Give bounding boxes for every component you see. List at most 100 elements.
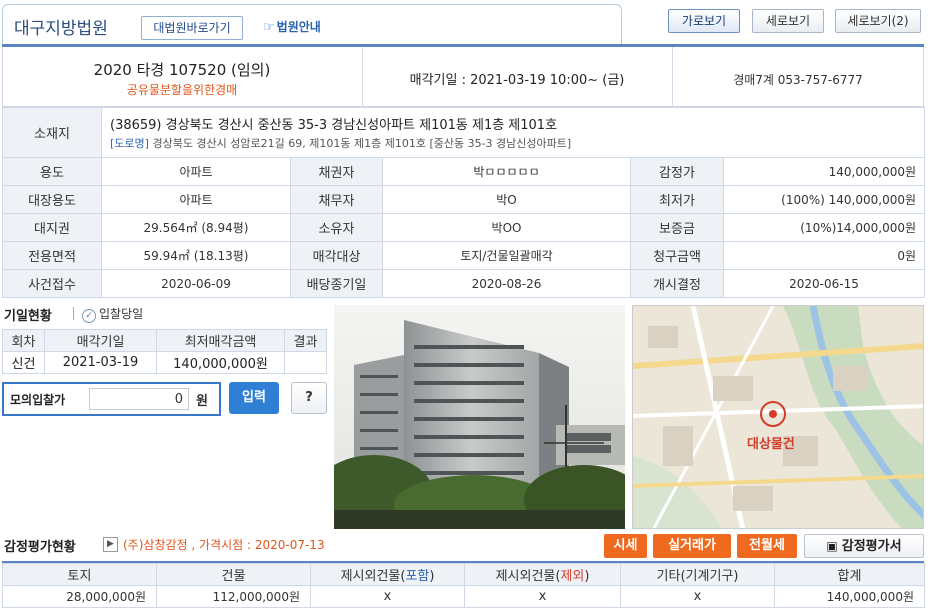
table-header-row: 토지 건물 제시외건물(포함) 제시외건물(제외) 기타(기계기구) 합계	[2, 563, 925, 586]
check-circle-icon: ✓	[82, 309, 96, 323]
owner-label: 소유자	[290, 213, 383, 242]
commencement-label: 개시결정	[630, 269, 724, 298]
building-header: 건물	[156, 563, 311, 586]
help-button[interactable]: ?	[291, 382, 327, 414]
camera-icon: ▣	[826, 539, 838, 553]
case-type: 공유물분할을위한경매	[126, 83, 238, 97]
extra-building-excluded-value: x	[464, 585, 621, 608]
minimum-price-label: 최저가	[630, 185, 724, 214]
address-text: (38659) 경상북도 경산시 중산동 35-3 경남신성아파트 제101동 …	[110, 118, 558, 133]
table-row: 용도 아파트 채권자 박ㅁㅁㅁㅁㅁ 감정가 140,000,000원	[2, 157, 926, 186]
market-price-button[interactable]: 시세	[604, 534, 647, 558]
rent-button[interactable]: 전월세	[737, 534, 797, 558]
commencement-value: 2020-06-15	[722, 269, 926, 298]
min-price-cell: 140,000,000원	[156, 351, 285, 374]
appraisal-title: 감정평가현황	[4, 540, 76, 555]
result-cell	[284, 351, 327, 374]
building-value: 112,000,000원	[156, 585, 311, 608]
sale-date-header: 매각기일	[44, 329, 157, 352]
case-received-label: 사건접수	[2, 269, 102, 298]
road-address-text: 경상북도 경산시 성암로21길 69, 제101동 제1층 제101호 [중산동…	[152, 137, 572, 150]
usage-label: 용도	[2, 157, 102, 186]
deposit-label: 보증금	[630, 213, 724, 242]
extra-building-included-value: x	[310, 585, 465, 608]
round-cell: 신건	[2, 351, 45, 374]
register-usage-value: 아파트	[101, 185, 291, 214]
table-header-row: 회차 매각기일 최저매각금액 결과	[2, 329, 327, 352]
appraisal-report-label: 감정평가서	[841, 539, 902, 554]
table-row: 대지권 29.564㎡ (8.94평) 소유자 박OO 보증금 (10%)14,…	[2, 213, 926, 242]
minimum-price-value: (100%) 140,000,000원	[722, 185, 926, 214]
property-table: 소재지 (38659) 경상북도 경산시 중산동 35-3 경남신성아파트 제1…	[2, 107, 926, 298]
round-header: 회차	[2, 329, 45, 352]
land-value: 28,000,000원	[2, 585, 157, 608]
result-header: 결과	[284, 329, 327, 352]
won-unit: 원	[196, 394, 208, 409]
table-row: 사건접수 2020-06-09 배당종기일 2020-08-26 개시결정 20…	[2, 269, 926, 298]
dividend-deadline-value: 2020-08-26	[382, 269, 631, 298]
case-number: 2020 타경 107520 (임의)	[93, 61, 271, 79]
court-guide-label: 법원안내	[276, 20, 321, 34]
sale-target-value: 토지/건물일괄매각	[382, 241, 631, 270]
sale-date: 매각기일 : 2021-03-19 10:00~ (금)	[409, 73, 625, 88]
creditor-value: 박ㅁㅁㅁㅁㅁ	[382, 157, 631, 186]
history-table: 회차 매각기일 최저매각금액 결과 신건 2021-03-19 140,000,…	[2, 329, 327, 374]
divider	[73, 307, 74, 320]
actual-trade-price-button[interactable]: 실거래가	[653, 534, 731, 558]
mock-bid-input[interactable]	[89, 388, 189, 410]
appraisal-info: (주)삼창감정 , 가격시점 : 2020-07-13	[123, 538, 325, 552]
map-marker-label: 대상물건	[747, 437, 795, 452]
claim-amount-label: 청구금액	[630, 241, 724, 270]
road-name-tag: [도로명]	[110, 137, 149, 150]
road-address: [도로명] 경상북도 경산시 성암로21길 69, 제101동 제1층 제101…	[110, 135, 924, 151]
debtor-value: 박O	[382, 185, 631, 214]
exclusive-area-label: 전용면적	[2, 241, 102, 270]
map-image	[633, 306, 923, 528]
debtor-label: 채무자	[290, 185, 383, 214]
usage-value: 아파트	[101, 157, 291, 186]
department-contact: 경매7계 053-757-6777	[733, 73, 863, 87]
extra-building-excluded-header: 제시외건물(제외)	[464, 563, 621, 586]
extra-building-included-header: 제시외건물(포함)	[310, 563, 465, 586]
address-cell: (38659) 경상북도 경산시 중산동 35-3 경남신성아파트 제101동 …	[100, 107, 926, 158]
table-row: 대장용도 아파트 채무자 박O 최저가 (100%) 140,000,000원	[2, 185, 926, 214]
vertical-view-2-button[interactable]: 세로보기(2)	[835, 9, 921, 33]
submit-bid-button[interactable]: 입력	[229, 382, 279, 414]
case-received-value: 2020-06-09	[101, 269, 291, 298]
register-usage-label: 대장용도	[2, 185, 102, 214]
bid-day-link[interactable]: ✓ 입찰당일	[82, 305, 143, 323]
total-header: 합계	[774, 563, 925, 586]
appraisal-table: 토지 건물 제시외건물(포함) 제시외건물(제외) 기타(기계기구) 합계 28…	[2, 563, 925, 608]
horizontal-view-button[interactable]: 가로보기	[668, 9, 740, 33]
court-name: 대구지방법원	[14, 19, 108, 39]
min-price-header: 최저매각금액	[156, 329, 285, 352]
table-row: 전용면적 59.94㎡ (18.13평) 매각대상 토지/건물일괄매각 청구금액…	[2, 241, 926, 270]
supreme-court-link-button[interactable]: 대법원바로가기	[141, 16, 243, 40]
appraisal-value: 140,000,000원	[722, 157, 926, 186]
claim-amount-value: 0원	[722, 241, 926, 270]
land-header: 토지	[2, 563, 157, 586]
owner-value: 박OO	[382, 213, 631, 242]
table-row: 28,000,000원 112,000,000원 x x x 140,000,0…	[2, 585, 925, 608]
property-photo[interactable]	[334, 305, 625, 529]
land-right-label: 대지권	[2, 213, 102, 242]
sale-target-label: 매각대상	[290, 241, 383, 270]
appraisal-label: 감정가	[630, 157, 724, 186]
apartment-photo-image	[334, 305, 625, 529]
dividend-deadline-label: 배당종기일	[290, 269, 383, 298]
location-map[interactable]	[632, 305, 924, 529]
court-guide-link[interactable]: ☞ 법원안내	[263, 16, 321, 40]
sale-date-cell: 2021-03-19	[44, 351, 157, 374]
history-title: 기일현황	[4, 309, 52, 324]
vertical-view-button[interactable]: 세로보기	[752, 9, 824, 33]
exclusive-area-value: 59.94㎡ (18.13평)	[101, 241, 291, 270]
mock-bid-label: 모의입찰가	[10, 393, 66, 407]
land-right-value: 29.564㎡ (8.94평)	[101, 213, 291, 242]
appraisal-report-button[interactable]: ▣ 감정평가서	[804, 534, 924, 558]
table-row: 신건 2021-03-19 140,000,000원	[2, 351, 327, 374]
other-machinery-header: 기타(기계기구)	[620, 563, 775, 586]
address-label: 소재지	[2, 107, 102, 158]
address-row: 소재지 (38659) 경상북도 경산시 중산동 35-3 경남신성아파트 제1…	[2, 107, 926, 158]
creditor-label: 채권자	[290, 157, 383, 186]
play-arrow-icon[interactable]: ▶	[103, 537, 118, 552]
